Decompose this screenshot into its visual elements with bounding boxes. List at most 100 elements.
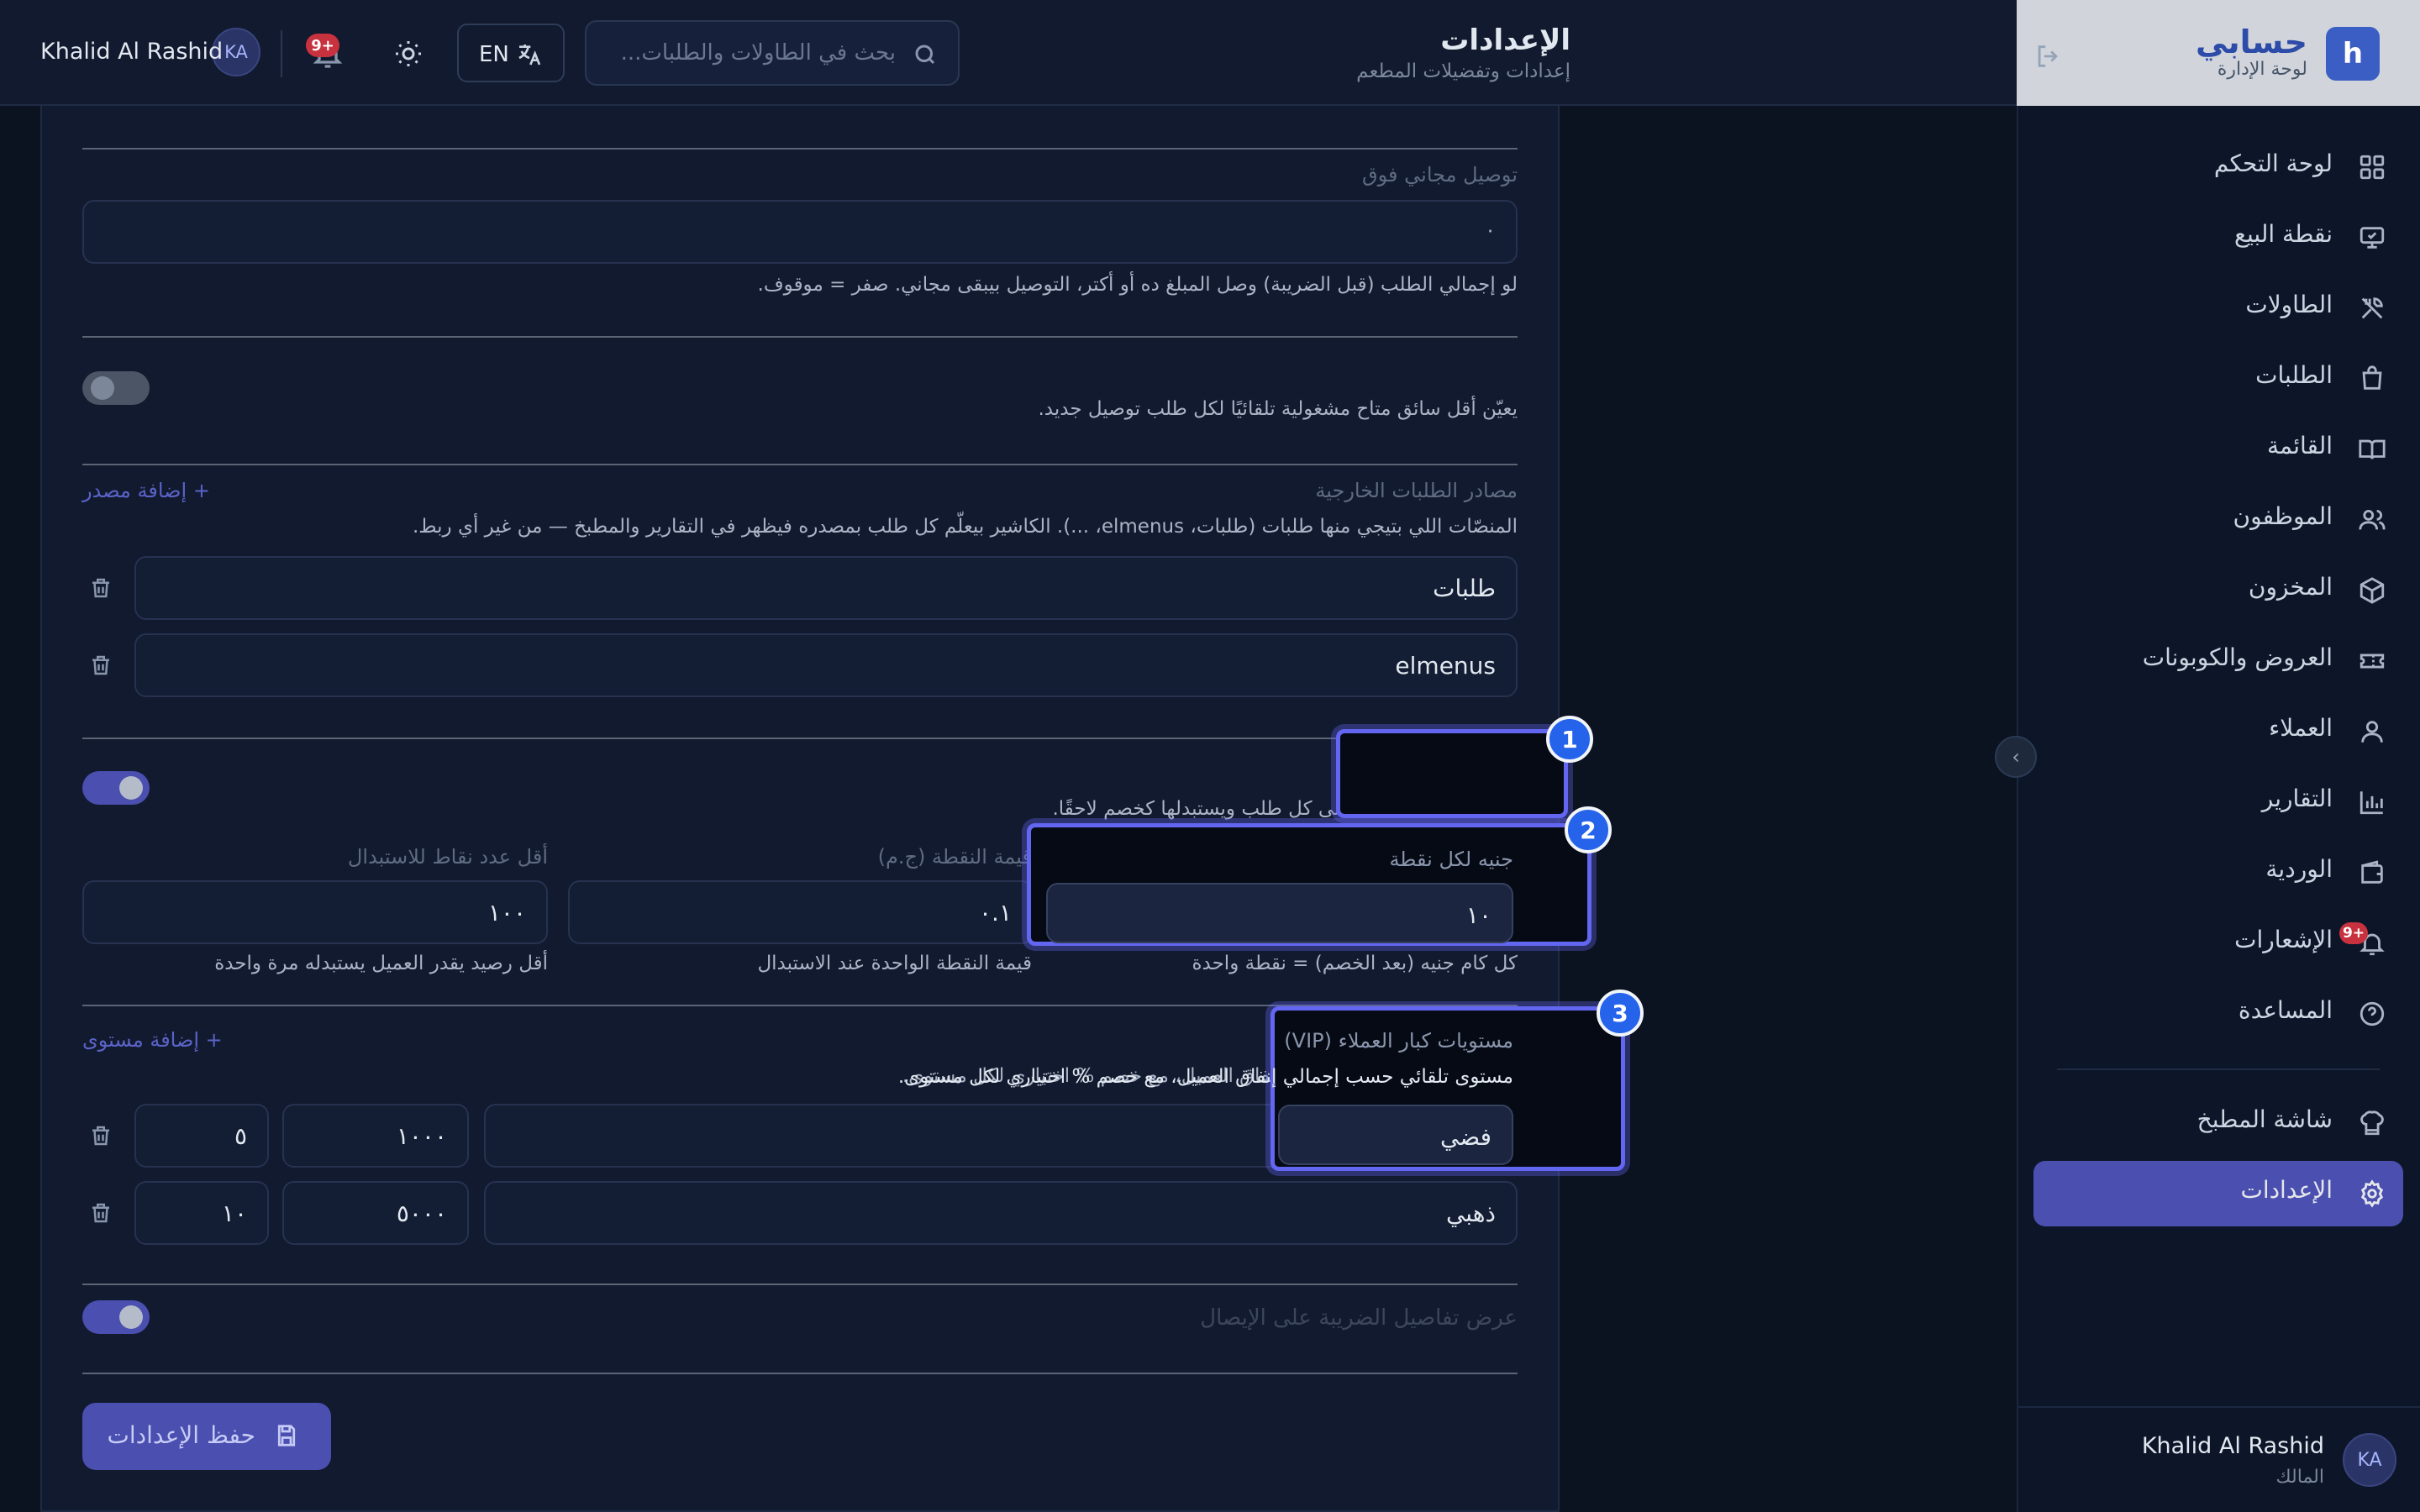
source-input[interactable]: elmenus <box>134 633 1518 697</box>
free-delivery-help: لو إجمالي الطلب (قبل الضريبة) وصل المبلغ… <box>757 274 1518 296</box>
sidebar-item-help[interactable]: المساعدة <box>2033 981 2403 1047</box>
highlight-vip-label: مستويات كبار العملاء (VIP) <box>1284 1029 1513 1053</box>
top-header: الإعدادات إعدادات وتفضيلات المطعم بحث في… <box>0 0 2017 106</box>
sidebar-item-label: نقطة البيع <box>2234 220 2333 248</box>
avatar[interactable]: KA <box>2343 1433 2396 1487</box>
trash-icon[interactable] <box>88 1123 113 1148</box>
search-input[interactable]: بحث في الطاولات والطلبات... <box>585 20 960 86</box>
sidebar-collapse-button[interactable]: › <box>1995 736 2037 778</box>
trash-icon[interactable] <box>88 653 113 678</box>
monitor-icon <box>2358 223 2386 252</box>
dashboard-icon <box>2358 153 2386 181</box>
language-toggle-button[interactable]: EN <box>457 24 565 82</box>
tier-min-spend-input[interactable]: ٥٠٠٠ <box>282 1181 469 1245</box>
help-icon <box>2358 1000 2386 1028</box>
brand-area: h حسابي لوحة الإدارة <box>2017 0 2420 106</box>
tax-receipt-toggle[interactable] <box>82 1300 150 1334</box>
search-placeholder: بحث في الطاولات والطلبات... <box>620 40 896 66</box>
translate-icon <box>518 45 541 66</box>
min-redeem-help: أقل رصيد يقدر العميل يستبدله مرة واحدة <box>214 953 548 974</box>
tier-name-value: ذهبي <box>1445 1200 1496 1227</box>
chevron-right-icon: › <box>2012 745 2020 769</box>
ticket-icon <box>2358 647 2386 675</box>
sidebar-user-footer: KA Khalid Al Rashid المالك <box>2017 45 2420 1512</box>
sidebar-item-dashboard[interactable]: لوحة التحكم <box>2033 134 2403 200</box>
tier-min-spend-input[interactable]: ١٠٠٠ <box>282 1104 469 1168</box>
tier-discount-value: ٥ <box>234 1122 247 1150</box>
user-icon <box>2358 717 2386 746</box>
sidebar-item-label: الطلبات <box>2255 361 2333 389</box>
chart-icon <box>2358 788 2386 816</box>
trash-icon[interactable] <box>88 575 113 601</box>
loyalty-toggle[interactable] <box>82 771 150 805</box>
external-sources-label: مصادر الطلبات الخارجية <box>1315 479 1518 502</box>
point-value-input[interactable]: ٠.١ <box>568 880 1034 944</box>
tier-min-spend-value: ٥٠٠٠ <box>396 1200 447 1227</box>
sidebar-item-kitchen[interactable]: شاشة المطبخ <box>2033 1090 2403 1156</box>
add-source-button[interactable]: + إضافة مصدر <box>82 479 210 502</box>
sidebar-item-staff[interactable]: الموظفون <box>2033 487 2403 553</box>
trash-icon[interactable] <box>88 1200 113 1226</box>
sidebar-item-customers[interactable]: العملاء <box>2033 699 2403 764</box>
source-value: طلبات <box>1433 575 1496 602</box>
point-value-help: قيمة النقطة الواحدة عند الاستبدال <box>757 953 1032 974</box>
sidebar-item-shift[interactable]: الوردية <box>2033 840 2403 906</box>
page-title: الإعدادات <box>1440 24 1570 57</box>
sidebar-item-orders[interactable]: الطلبات <box>2033 346 2403 412</box>
source-value: elmenus <box>1395 652 1496 680</box>
page-subtitle: إعدادات وتفضيلات المطعم <box>1356 60 1570 82</box>
sidebar-item-menu[interactable]: القائمة <box>2033 417 2403 482</box>
highlight-tier-input[interactable]: فضي <box>1278 1105 1513 1165</box>
sidebar-item-tables[interactable]: الطاولات <box>2033 276 2403 341</box>
sidebar-item-label: الإشعارات <box>2234 926 2333 953</box>
highlight-points-value: ١٠ <box>1465 901 1491 929</box>
logout-icon[interactable] <box>2033 42 2062 71</box>
notification-badge: +9 <box>2339 922 2368 944</box>
min-redeem-value: ١٠٠ <box>487 899 526 927</box>
free-delivery-input[interactable]: ٠ <box>82 200 1518 264</box>
brand-logo: h <box>2326 27 2380 81</box>
sidebar-item-label: العروض والكوبونات <box>2142 643 2333 671</box>
sidebar-item-settings[interactable]: الإعدادات <box>2033 1161 2403 1226</box>
bag-icon <box>2358 365 2386 393</box>
min-redeem-input[interactable]: ١٠٠ <box>82 880 548 944</box>
free-delivery-value: ٠ <box>1485 218 1496 242</box>
book-icon <box>2358 435 2386 464</box>
auto-assign-driver-toggle[interactable] <box>82 371 150 405</box>
sidebar-item-inventory[interactable]: المخزون <box>2033 558 2403 623</box>
free-delivery-label: توصيل مجاني فوق <box>1362 163 1518 186</box>
sidebar-item-pos[interactable]: نقطة البيع <box>2033 205 2403 270</box>
point-value-label: قيمة النقطة (ج.م) <box>877 845 1032 869</box>
sidebar-item-label: الوردية <box>2265 855 2333 883</box>
sidebar-item-notifications[interactable]: +9 الإشعارات <box>2033 911 2403 976</box>
highlight-box-1 <box>1336 729 1568 818</box>
highlight-badge-1: 1 <box>1546 716 1593 763</box>
source-input[interactable]: طلبات <box>134 556 1518 620</box>
tier-discount-input[interactable]: ٥ <box>134 1104 269 1168</box>
highlight-vip-help: مستوى تلقائي حسب إجمالي إنفاق العميل، مع… <box>897 1066 1513 1088</box>
theme-toggle-sun-icon[interactable] <box>393 39 424 69</box>
search-icon <box>915 45 935 65</box>
tier-discount-input[interactable]: ١٠ <box>134 1181 269 1245</box>
add-tier-button[interactable]: + إضافة مستوى <box>82 1028 223 1052</box>
brand-name: حسابي <box>2195 24 2307 60</box>
tier-name-input[interactable]: ذهبي <box>484 1181 1518 1245</box>
highlight-badge-2: 2 <box>1565 806 1612 853</box>
points-per-pound-help: كل كام جنيه (بعد الخصم) = نقطة واحدة <box>1192 953 1518 974</box>
save-button-label: حفظ الإعدادات <box>107 1421 256 1449</box>
highlight-box-2: جنيه لكل نقطة ١٠ <box>1027 823 1591 946</box>
tier-min-spend-value: ١٠٠٠ <box>396 1122 447 1150</box>
highlight-points-input[interactable]: ١٠ <box>1046 883 1513 943</box>
section-divider <box>82 738 1518 739</box>
sidebar-item-reports[interactable]: التقارير <box>2033 769 2403 835</box>
save-icon <box>277 1425 296 1446</box>
save-settings-button[interactable]: حفظ الإعدادات <box>82 1403 331 1470</box>
highlight-badge-3: 3 <box>1597 990 1644 1037</box>
footer-user-name: Khalid Al Rashid <box>2141 1433 2324 1459</box>
sidebar-item-offers[interactable]: العروض والكوبونات <box>2033 628 2403 694</box>
section-divider <box>82 1373 1518 1374</box>
sidebar-item-label: المساعدة <box>2238 996 2333 1024</box>
highlight-points-label: جنيه لكل نقطة <box>1389 848 1513 871</box>
highlight-tier-value: فضي <box>1439 1123 1491 1151</box>
utensils-icon <box>2358 294 2386 323</box>
